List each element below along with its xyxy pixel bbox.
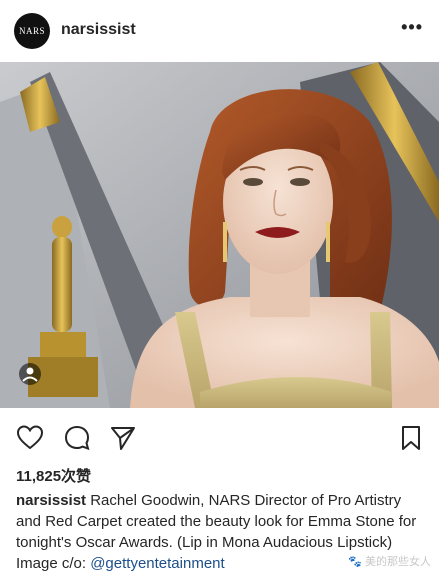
comment-icon[interactable]: [63, 424, 91, 452]
heart-icon[interactable]: [16, 424, 44, 452]
nars-logo: NARS: [18, 26, 45, 36]
caption-mention-link[interactable]: @gettyente​tainment: [90, 555, 224, 572]
like-count[interactable]: 11,825次赞: [16, 465, 91, 486]
username[interactable]: narsissist: [61, 21, 136, 39]
action-bar: [0, 408, 439, 464]
caption-username[interactable]: narsissist: [16, 492, 86, 509]
bookmark-icon[interactable]: [398, 424, 424, 452]
photo-illustration: [0, 62, 439, 408]
avatar[interactable]: NARS: [14, 13, 50, 49]
more-icon[interactable]: •••: [401, 18, 423, 36]
post-header: NARS narsissist •••: [0, 0, 439, 62]
share-icon[interactable]: [109, 424, 137, 452]
watermark: 🐾 美的那些女人: [348, 556, 431, 568]
post-photo[interactable]: [0, 62, 439, 408]
